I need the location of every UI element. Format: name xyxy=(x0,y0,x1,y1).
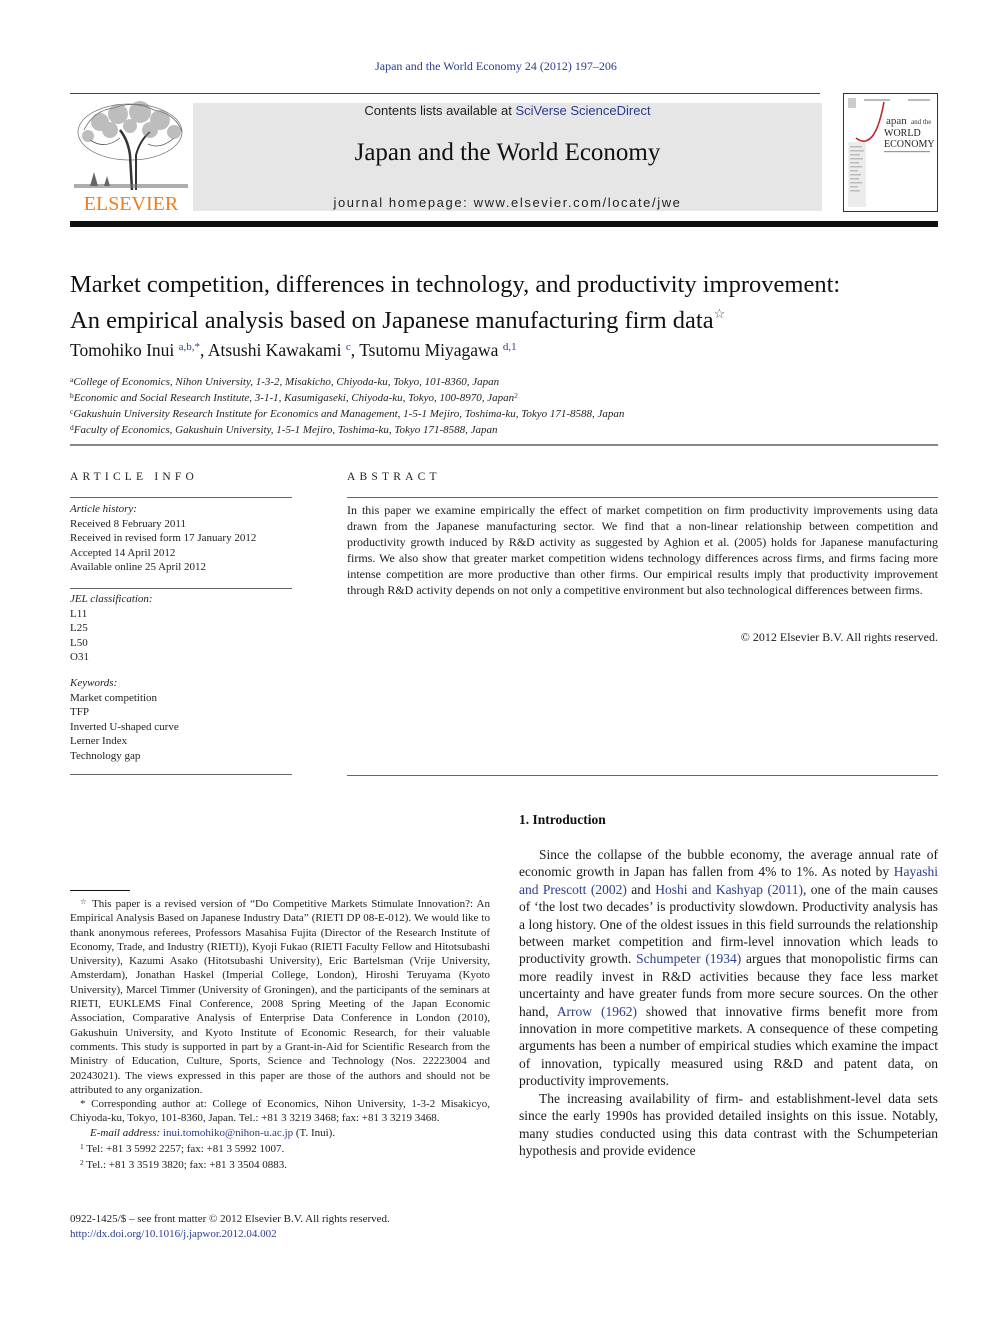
jel-code: O31 xyxy=(70,651,89,663)
text-run: Since the collapse of the bubble economy… xyxy=(519,847,938,880)
citation-link[interactable]: Arrow (1962) xyxy=(557,1004,637,1019)
svg-text:ECONOMY: ECONOMY xyxy=(884,139,935,150)
svg-text:WORLD: WORLD xyxy=(884,128,921,139)
sciencedirect-link[interactable]: SciVerse ScienceDirect xyxy=(515,103,650,118)
abstract-body: In this paper we examine empirically the… xyxy=(347,503,938,597)
affiliation-text: Faculty of Economics, Gakushuin Universi… xyxy=(73,424,498,436)
title-line-2-text: An empirical analysis based on Japanese … xyxy=(70,307,714,334)
doi-link[interactable]: http://dx.doi.org/10.1016/j.japwor.2012.… xyxy=(70,1228,277,1240)
journal-masthead: Contents lists available at SciVerse Sci… xyxy=(193,103,822,211)
author-separator: , xyxy=(200,340,208,360)
abstract-divider xyxy=(347,497,938,498)
article-history: Article history: Received 8 February 201… xyxy=(70,502,295,575)
history-heading: Article history: xyxy=(70,503,137,515)
footnote-2: 2 Tel.: +81 3 3519 3820; fax: +81 3 3504… xyxy=(70,1156,490,1172)
affiliation-item: dFaculty of Economics, Gakushuin Univers… xyxy=(70,421,950,437)
publisher-wordmark: ELSEVIER xyxy=(83,193,179,215)
intro-paragraph-1: Since the collapse of the bubble economy… xyxy=(519,846,938,1090)
article-info-label: ARTICLE INFO xyxy=(70,471,198,483)
affiliation-text: Economic and Social Research Institute, … xyxy=(73,392,515,404)
keyword: Technology gap xyxy=(70,749,141,762)
journal-cover-thumbnail: apan and the WORLD ECONOMY xyxy=(843,93,938,212)
article-info-divider xyxy=(70,588,292,589)
footnote-ref[interactable]: 2 xyxy=(514,391,518,400)
jel-code: L25 xyxy=(70,622,88,634)
citation-link[interactable]: Hoshi and Kashyap (2011) xyxy=(655,882,803,897)
author-name[interactable]: Tsutomu Miyagawa xyxy=(359,340,498,360)
author-name[interactable]: Tomohiko Inui xyxy=(70,340,174,360)
author-affiliation-marks[interactable]: d,1 xyxy=(503,341,517,353)
journal-title: Japan and the World Economy xyxy=(354,139,661,166)
keyword: Market competition xyxy=(70,691,158,704)
intro-paragraph-2: The increasing availability of firm- and… xyxy=(519,1090,938,1158)
article-info-divider xyxy=(70,774,292,775)
author-affiliation-marks[interactable]: a,b,* xyxy=(179,341,200,353)
keywords-heading: Keywords: xyxy=(70,677,118,689)
affiliation-item: aCollege of Economics, Nihon University,… xyxy=(70,373,950,389)
history-item: Accepted 14 April 2012 xyxy=(70,546,176,559)
history-item: Received in revised form 17 January 2012 xyxy=(70,532,257,544)
title-line-2: An empirical analysis based on Japanese … xyxy=(70,299,950,335)
header-divider xyxy=(70,444,938,446)
author-name[interactable]: Atsushi Kawakami xyxy=(208,340,342,360)
article-info-divider xyxy=(70,497,292,498)
email-suffix: (T. Inui). xyxy=(293,1126,336,1139)
affiliation-item: bEconomic and Social Research Institute,… xyxy=(70,389,950,405)
footnote-text: This paper is a revised version of “Do C… xyxy=(70,898,490,1096)
contents-prefix: Contents lists available at xyxy=(364,103,516,118)
affiliations: aCollege of Economics, Nihon University,… xyxy=(70,373,950,437)
jel-classification: JEL classification: L11 L25 L50 O31 xyxy=(70,592,295,665)
affiliation-text: College of Economics, Nihon University, … xyxy=(73,376,500,388)
jel-code: L50 xyxy=(70,636,88,649)
issn-line: 0922-1425/$ – see front matter © 2012 El… xyxy=(70,1213,390,1225)
history-item: Available online 25 April 2012 xyxy=(70,561,207,573)
footnotes: ☆ This paper is a revised version of “Do… xyxy=(70,895,490,1173)
front-matter: 0922-1425/$ – see front matter © 2012 El… xyxy=(70,1212,490,1242)
affiliation-text: Gakushuin University Research Institute … xyxy=(73,408,625,420)
journal-homepage[interactable]: journal homepage: www.elsevier.com/locat… xyxy=(193,195,822,210)
running-head[interactable]: Japan and the World Economy 24 (2012) 19… xyxy=(0,59,992,74)
footnote-text: Tel.: +81 3 3519 3820; fax: +81 3 3504 0… xyxy=(83,1159,288,1172)
footnote-text: Tel: +81 3 5992 2257; fax: +81 3 5992 10… xyxy=(83,1143,285,1156)
text-run: and xyxy=(626,881,656,897)
keyword: TFP xyxy=(70,706,89,718)
citation-link[interactable]: Schumpeter (1934) xyxy=(636,951,741,966)
top-rule xyxy=(70,93,820,94)
history-item: Received 8 February 2011 xyxy=(70,517,186,530)
jel-code: L11 xyxy=(70,607,88,620)
title-line-1: Market competition, differences in techn… xyxy=(70,271,841,298)
author-separator: , xyxy=(350,340,360,360)
abstract-divider xyxy=(347,775,938,776)
introduction-body: Since the collapse of the bubble economy… xyxy=(519,846,938,1159)
title-note-star-icon[interactable]: ☆ xyxy=(714,306,726,321)
author-list: Tomohiko Inui a,b,*, Atsushi Kawakami c,… xyxy=(70,340,950,361)
keyword: Inverted U-shaped curve xyxy=(70,720,179,733)
contents-line: Contents lists available at SciVerse Sci… xyxy=(193,103,822,118)
footnote-rule xyxy=(70,890,130,891)
svg-text:and the: and the xyxy=(911,118,931,126)
jel-heading: JEL classification: xyxy=(70,593,153,605)
footnote-email: E-mail address: inui.tomohiko@nihon-u.ac… xyxy=(70,1126,490,1140)
abstract-copyright: © 2012 Elsevier B.V. All rights reserved… xyxy=(740,630,938,644)
article-title: Market competition, differences in techn… xyxy=(70,270,950,335)
affiliation-item: cGakushuin University Research Institute… xyxy=(70,405,950,421)
footnote-corresponding-author: * Corresponding author at: College of Ec… xyxy=(70,1098,490,1125)
abstract-label: ABSTRACT xyxy=(347,471,441,483)
keywords: Keywords: Market competition TFP Inverte… xyxy=(70,676,295,763)
footnote-title-note: ☆ This paper is a revised version of “Do… xyxy=(70,895,490,1097)
email-label: E-mail address: xyxy=(90,1126,161,1139)
masthead-thick-rule xyxy=(70,221,938,227)
keyword: Lerner Index xyxy=(70,735,128,747)
footnote-1: 1 Tel: +81 3 5992 2257; fax: +81 3 5992 … xyxy=(70,1140,490,1156)
email-link[interactable]: inui.tomohiko@nihon-u.ac.jp xyxy=(163,1127,293,1139)
section-heading-introduction: 1. Introduction xyxy=(519,812,606,827)
cover-title-japan: apan xyxy=(886,115,907,127)
star-icon: ☆ xyxy=(80,897,89,906)
